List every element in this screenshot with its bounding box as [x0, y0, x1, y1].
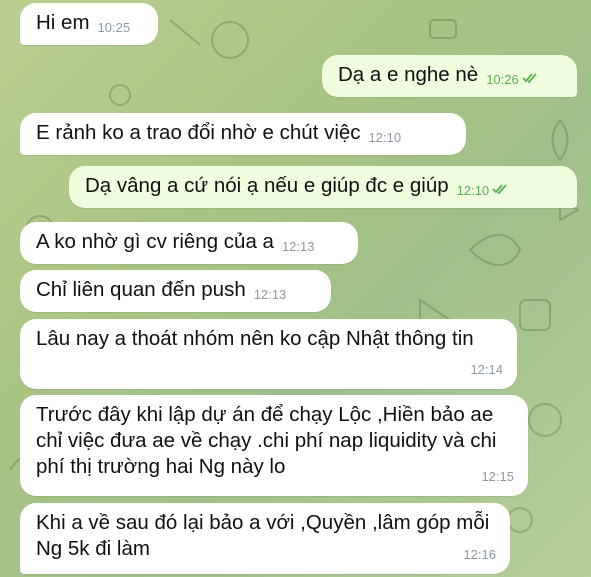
- message-bubble-incoming[interactable]: A ko nhờ gì cv riêng của a 12:13: [20, 222, 358, 264]
- message-text: Dạ vâng a cứ nói ạ nếu e giúp đc e giúp: [85, 174, 449, 197]
- message-text: Chỉ liên quan đến push: [36, 278, 246, 301]
- message-bubble-incoming[interactable]: Trước đây khi lập dự án để chạy Lộc ,Hiề…: [20, 395, 528, 496]
- message-time: 12:14: [470, 362, 503, 377]
- message-time: 12:13: [253, 287, 287, 302]
- message-time: 12:13: [281, 239, 315, 254]
- message-bubble-incoming[interactable]: Lâu nay a thoát nhóm nên ko cập Nhật thô…: [20, 319, 517, 389]
- message-time: 12:10: [456, 183, 490, 198]
- message-text: Hi em: [36, 11, 90, 34]
- message-bubble-incoming[interactable]: Hi em 10:25: [20, 3, 158, 45]
- message-time: 12:15: [481, 469, 514, 484]
- message-bubble-incoming[interactable]: Chỉ liên quan đến push 12:13: [20, 270, 331, 312]
- message-time: 12:16: [463, 547, 496, 562]
- message-bubble-outgoing[interactable]: Dạ vâng a cứ nói ạ nếu e giúp đc e giúp 1…: [69, 166, 577, 208]
- message-text: A ko nhờ gì cv riêng của a: [36, 230, 274, 253]
- message-text: E rảnh ko a trao đổi nhờ e chút việc: [36, 121, 361, 144]
- message-text: Dạ a e nghe nè: [338, 63, 479, 86]
- double-check-icon: [492, 175, 508, 201]
- message-bubble-incoming[interactable]: Khi a về sau đó lại bảo a với ,Quyền ,lâ…: [20, 503, 510, 574]
- message-time: 10:26: [486, 72, 519, 87]
- message-time: 12:10: [368, 130, 402, 145]
- message-time: 10:25: [97, 20, 131, 35]
- message-text: Trước đây khi lập dự án để chạy Lộc ,Hiề…: [36, 403, 497, 478]
- message-bubble-outgoing[interactable]: Dạ a e nghe nè 10:26: [322, 55, 577, 97]
- message-bubble-incoming[interactable]: E rảnh ko a trao đổi nhờ e chút việc 12:1…: [20, 113, 466, 155]
- double-check-icon: [522, 64, 538, 90]
- message-text: Lâu nay a thoát nhóm nên ko cập Nhật thô…: [36, 327, 474, 350]
- message-text: Khi a về sau đó lại bảo a với ,Quyền ,lâ…: [36, 511, 490, 560]
